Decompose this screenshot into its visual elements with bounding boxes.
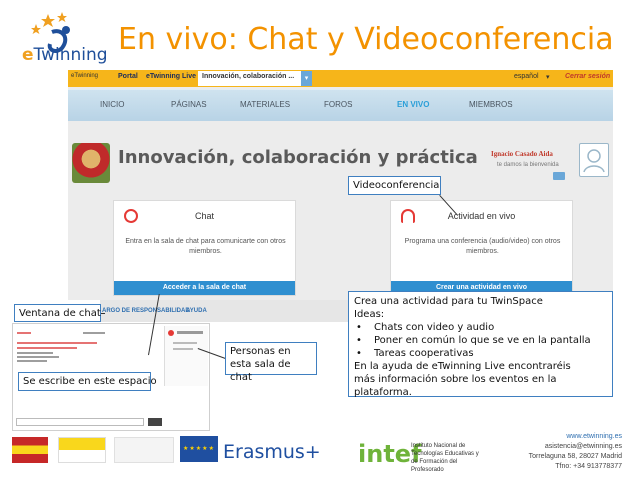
chat-message-line <box>17 352 53 354</box>
activity-idea: Tareas cooperativas <box>354 347 607 360</box>
activity-ideas-list: Chats con video y audio Poner en común l… <box>354 321 607 360</box>
ministry-text-logo <box>114 437 174 463</box>
activity-idea: Chats con video y audio <box>354 321 607 334</box>
chevron-down-icon[interactable]: ▾ <box>546 73 550 81</box>
callout-chat-window: Ventana de chat <box>14 304 101 322</box>
tab-etwinning-live[interactable]: eTwinning Live <box>146 73 196 80</box>
nav-inicio[interactable]: INICIO <box>100 100 124 109</box>
language-select[interactable]: español <box>514 73 539 80</box>
nav-miembros[interactable]: MIEMBROS <box>469 100 513 109</box>
activity-line1: Crea una actividad para tu TwinSpace <box>354 296 543 307</box>
welcome-text: te damos la bienvenida <box>497 162 559 168</box>
chat-message-line <box>17 342 97 344</box>
contact-phone: Tfno: +34 913778377 <box>555 463 622 470</box>
chat-message-line <box>17 347 77 349</box>
activity-line4: más información sobre los eventos en la … <box>354 374 557 398</box>
callout-people-line1: Personas en <box>230 346 291 357</box>
twinspace-nav: INICIO PÁGINAS MATERIALES FOROS EN VIVO … <box>68 89 613 121</box>
chat-message-line <box>17 356 59 358</box>
callout-people-line2: esta sala de chat <box>230 359 291 383</box>
mail-icon[interactable] <box>553 172 565 180</box>
user-name[interactable]: Ignacio Casado Aida <box>491 150 553 158</box>
intef-subtitle: Instituto Nacional de Tecnologías Educat… <box>411 443 479 473</box>
tab-portal[interactable]: Portal <box>118 73 138 80</box>
contact-info: www.etwinning.es asistencia@etwinning.es… <box>500 432 622 472</box>
spain-coat-icon <box>12 437 48 463</box>
callout-write-here: Se escribe en este espacio <box>18 372 157 391</box>
group-title: Innovación, colaboración y práctica <box>118 147 478 168</box>
activity-line2: Ideas: <box>354 309 385 320</box>
callout-activity: Crea una actividad para tu TwinSpace Ide… <box>348 291 613 398</box>
chat-message-line <box>17 360 47 362</box>
chat-card: Chat Entra en la sala de chat para comun… <box>113 200 296 296</box>
nav-foros[interactable]: FOROS <box>324 100 352 109</box>
ministry-logo <box>58 437 106 463</box>
chat-send-button[interactable] <box>148 418 162 426</box>
profile-avatar[interactable] <box>579 143 609 177</box>
erasmus-logo: Erasmus+ <box>223 441 321 463</box>
brand-label: eTwinning <box>71 73 99 79</box>
chat-header-mark <box>17 332 31 334</box>
nav-en-vivo[interactable]: EN VIVO <box>397 100 429 109</box>
chat-message-input[interactable] <box>16 418 144 426</box>
callout-people: Personas en esta sala de chat <box>225 342 317 383</box>
platform-topbar: eTwinning Portal eTwinning Live Innovaci… <box>68 70 613 87</box>
government-logos <box>12 437 177 465</box>
disclaimer-link[interactable]: ARGO DE RESPONSABILIDAD <box>102 308 190 314</box>
user-icon <box>583 149 605 173</box>
live-activity-card-description: Programa una conferencia (audio/video) c… <box>404 238 561 255</box>
nav-paginas[interactable]: PÁGINAS <box>171 100 207 109</box>
contact-address: Torrelaguna 58, 28027 Madrid <box>528 453 622 460</box>
tab-twinspace[interactable]: Innovación, colaboración ... <box>198 71 304 86</box>
people-header <box>177 331 203 334</box>
slide-title: En vivo: Chat y Videoconferencia <box>118 22 614 57</box>
chat-header-title <box>83 332 105 334</box>
logout-link[interactable]: Cerrar sesión <box>565 73 610 80</box>
eu-flag-icon: ★★★★★ <box>180 436 218 462</box>
people-icon <box>168 330 174 336</box>
group-avatar <box>72 143 110 183</box>
callout-videoconference: Videoconferencia <box>348 176 441 195</box>
live-activity-card-title: Actividad en vivo <box>447 211 516 221</box>
enter-chat-button[interactable]: Acceder a la sala de chat <box>114 281 295 295</box>
nav-materiales[interactable]: MATERIALES <box>240 100 290 109</box>
contact-email[interactable]: asistencia@etwinning.es <box>500 442 622 452</box>
person-item[interactable] <box>173 342 197 344</box>
person-item[interactable] <box>173 348 193 350</box>
chat-card-title: Chat <box>194 211 214 221</box>
contact-web[interactable]: www.etwinning.es <box>500 432 622 442</box>
live-activity-card: Actividad en vivo Programa una conferenc… <box>390 200 573 296</box>
help-link[interactable]: AYUDA <box>186 308 207 314</box>
people-list-panel <box>164 326 208 386</box>
tab-menu-arrow-icon[interactable]: ▾ <box>301 71 312 86</box>
etwinning-logo-text: eTwinning <box>22 45 108 65</box>
activity-idea: Poner en común lo que se ve en la pantal… <box>354 334 607 347</box>
chat-card-description: Entra en la sala de chat para comunicart… <box>125 238 286 255</box>
activity-line3: En la ayuda de eTwinning Live encontraré… <box>354 361 571 372</box>
